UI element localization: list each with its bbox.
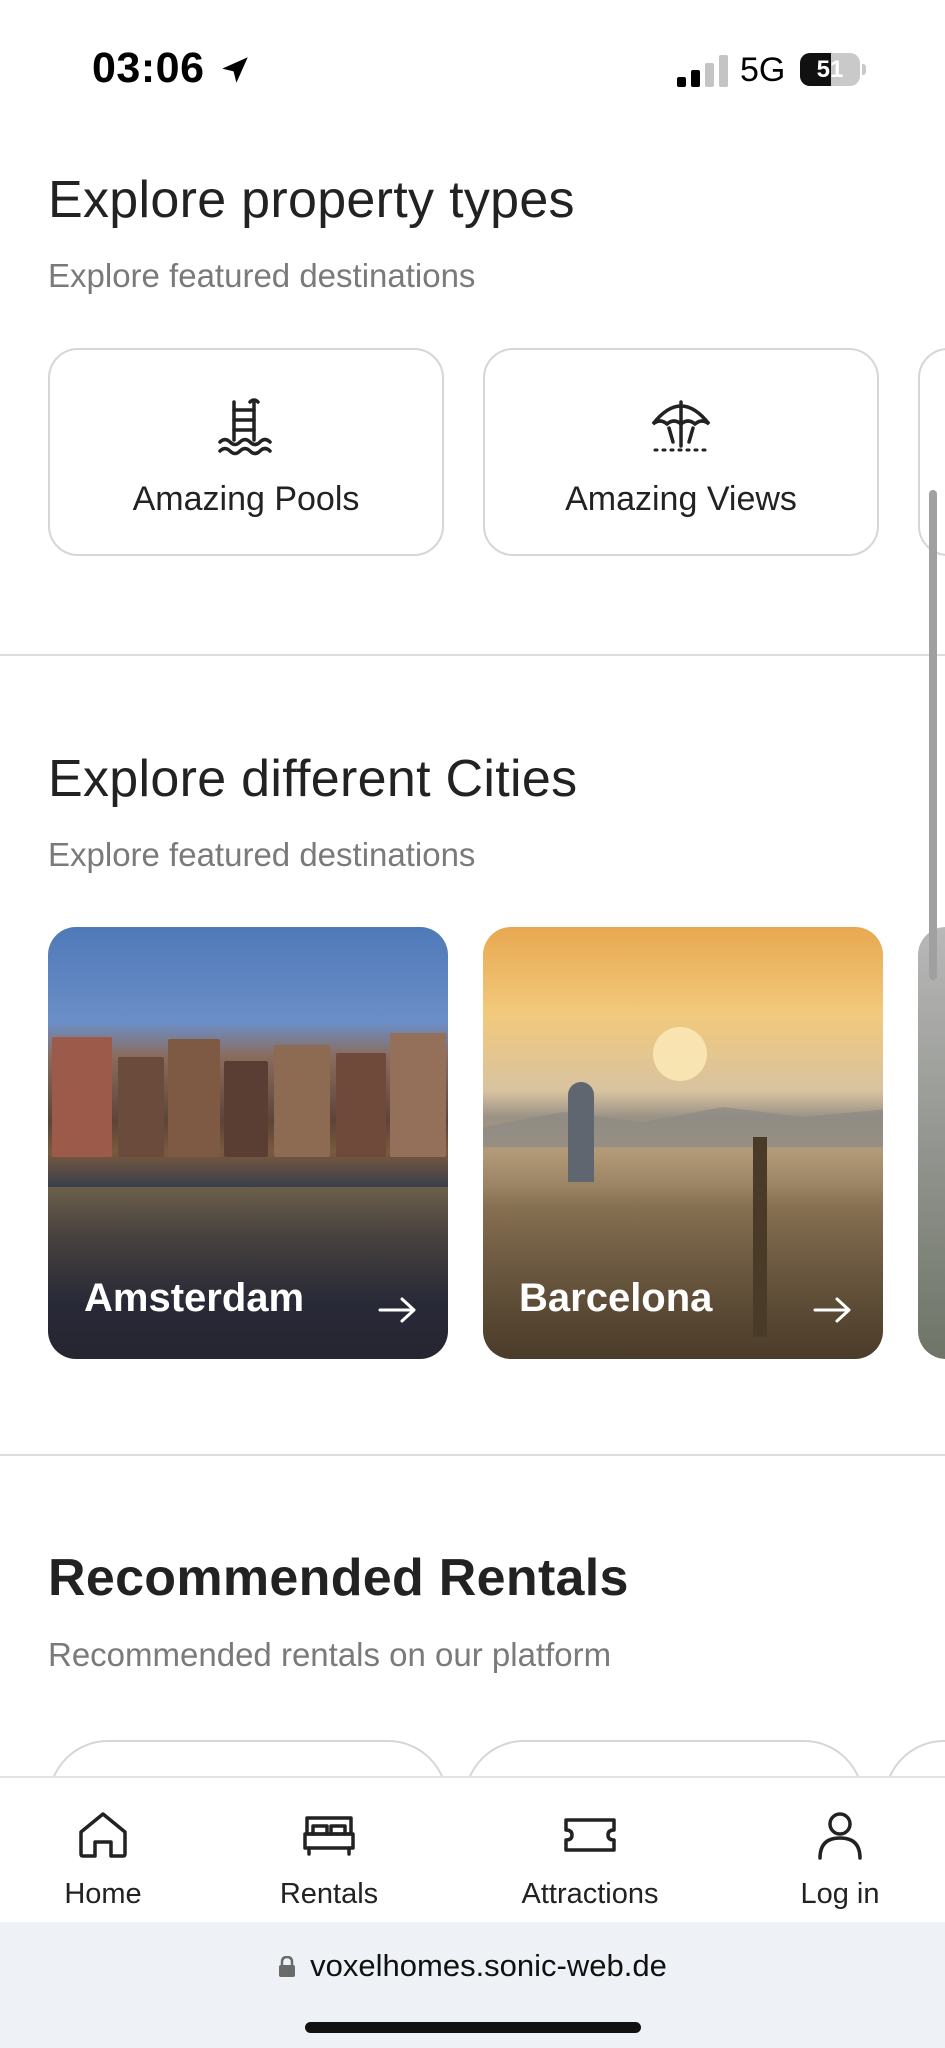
home-indicator <box>305 2022 641 2033</box>
nav-item-attractions[interactable]: Attractions <box>500 1778 680 1924</box>
city-card-amsterdam[interactable]: Amsterdam <box>48 927 448 1359</box>
url-display[interactable]: voxelhomes.sonic-web.de <box>0 1948 945 1984</box>
city-name: Amsterdam <box>84 1276 305 1320</box>
property-type-label: Amazing Pools <box>132 480 360 518</box>
nav-label: Log in <box>800 1878 880 1910</box>
home-icon <box>79 1812 127 1858</box>
nav-item-home[interactable]: Home <box>28 1778 178 1924</box>
status-bar: 03:06 5G 51 <box>0 0 945 130</box>
pool-icon <box>218 398 272 456</box>
user-icon <box>818 1812 862 1860</box>
section-divider <box>0 654 945 656</box>
property-type-card-pools[interactable]: Amazing Pools <box>48 348 444 556</box>
nav-label: Home <box>64 1878 142 1910</box>
status-time: 03:06 <box>92 44 205 92</box>
nav-item-login[interactable]: Log in <box>765 1778 915 1924</box>
battery-level: 51 <box>816 56 844 83</box>
location-arrow-icon <box>222 57 248 83</box>
signal-bars-icon <box>677 55 728 87</box>
city-card-barcelona[interactable]: Barcelona <box>483 927 883 1359</box>
cities-subtitle: Explore featured destinations <box>48 836 476 873</box>
section-divider <box>0 1454 945 1456</box>
url-text: voxelhomes.sonic-web.de <box>310 1948 667 1983</box>
nav-label: Rentals <box>279 1878 379 1910</box>
browser-url-bar[interactable]: voxelhomes.sonic-web.de <box>0 1922 945 2048</box>
property-types-subtitle: Explore featured destinations <box>48 257 476 294</box>
city-name: Barcelona <box>519 1276 713 1320</box>
cities-title: Explore different Cities <box>48 750 578 808</box>
page: 03:06 5G 51 Explore property types Explo… <box>0 0 945 2048</box>
lock-icon <box>279 1956 296 1977</box>
battery-icon: 51 <box>800 53 866 86</box>
scrollbar[interactable] <box>929 490 937 980</box>
bed-icon <box>303 1816 355 1856</box>
ticket-icon <box>564 1818 616 1852</box>
bottom-nav: Home Rentals Attractions Log in <box>0 1776 945 1924</box>
property-types-title: Explore property types <box>48 171 575 229</box>
property-type-card-views[interactable]: Amazing Views <box>483 348 879 556</box>
nav-item-rentals[interactable]: Rentals <box>254 1778 404 1924</box>
rentals-title: Recommended Rentals <box>48 1549 629 1607</box>
city-image <box>48 1017 448 1157</box>
umbrella-icon <box>651 400 711 452</box>
rentals-subtitle: Recommended rentals on our platform <box>48 1636 612 1673</box>
property-type-label: Amazing Views <box>565 480 797 518</box>
arrow-right-icon[interactable] <box>378 1295 418 1325</box>
nav-label: Attractions <box>521 1878 659 1910</box>
network-type: 5G <box>740 51 786 89</box>
city-card-partial[interactable] <box>918 927 945 1359</box>
arrow-right-icon[interactable] <box>813 1295 853 1325</box>
